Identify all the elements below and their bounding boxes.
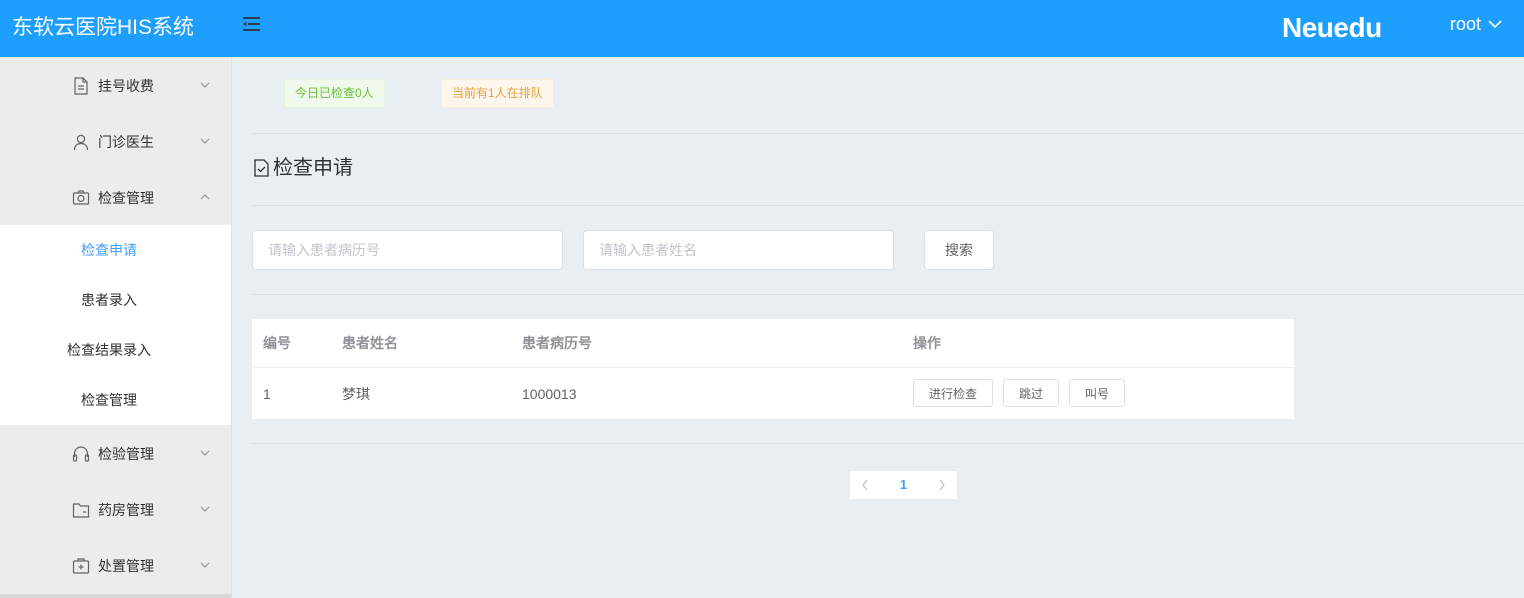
chevron-right-icon: [939, 479, 945, 491]
table-row: 1 梦琪 1000013 进行检查 跳过 叫号: [252, 368, 1294, 419]
page-title-text: 检查申请: [273, 157, 353, 179]
sidebar-item-label: 门诊医生: [98, 134, 154, 150]
column-header-name: 患者姓名: [342, 335, 398, 351]
sidebar-item-pharmacy-management[interactable]: 药房管理: [0, 481, 231, 537]
divider: [252, 294, 1524, 295]
patient-table: 编号 患者姓名 患者病历号 操作 1 梦琪 1000013 进行检查 跳过 叫号: [252, 319, 1294, 419]
chevron-down-icon: [200, 82, 210, 88]
chevron-down-icon: [1488, 19, 1502, 28]
next-page-button[interactable]: [927, 471, 957, 499]
camera-icon: [72, 190, 90, 205]
page-number-current[interactable]: 1: [880, 471, 927, 499]
divider: [252, 133, 1524, 134]
status-badge-queue: 当前有1人在排队: [441, 79, 554, 108]
folder-icon: [72, 503, 90, 518]
sidebar-subitem-label: 患者录入: [81, 292, 137, 308]
skip-button[interactable]: 跳过: [1003, 379, 1059, 407]
sidebar-item-label: 检验管理: [98, 446, 154, 462]
sidebar-subitem-patient-entry[interactable]: 患者录入: [0, 275, 231, 325]
call-number-button[interactable]: 叫号: [1069, 379, 1125, 407]
submenu-exam-management: 检查申请 患者录入 检查结果录入 检查管理: [0, 225, 231, 425]
top-header: 东软云医院HIS系统 Neuedu root: [0, 0, 1524, 57]
cell-mrn: 1000013: [522, 386, 577, 402]
sidebar: 挂号收费 门诊医生 检查管理 检查申请 患者录入 检查结果录入 检查管理 检验管…: [0, 57, 232, 598]
sidebar-scrollbar[interactable]: [0, 594, 231, 598]
column-header-id: 编号: [263, 335, 291, 351]
sidebar-item-exam-management[interactable]: 检查管理: [0, 169, 231, 225]
document-check-icon: [254, 159, 269, 177]
user-icon: [73, 134, 89, 151]
user-menu[interactable]: root: [1450, 12, 1502, 36]
chevron-down-icon: [200, 506, 210, 512]
sidebar-item-label: 处置管理: [98, 558, 154, 574]
start-exam-button[interactable]: 进行检查: [913, 379, 993, 407]
sidebar-subitem-exam-request[interactable]: 检查申请: [0, 225, 231, 275]
chevron-down-icon: [200, 562, 210, 568]
sidebar-subitem-exam-admin[interactable]: 检查管理: [0, 375, 231, 425]
brand-logo: Neuedu: [1282, 12, 1382, 43]
prev-page-button[interactable]: [850, 471, 880, 499]
pagination: 1: [850, 471, 957, 499]
sidebar-item-label: 挂号收费: [98, 78, 154, 94]
sidebar-item-label: 检查管理: [98, 190, 154, 206]
chevron-down-icon: [200, 138, 210, 144]
sidebar-item-label: 药房管理: [98, 502, 154, 518]
status-badge-checked-today: 今日已检查0人: [284, 79, 385, 108]
medical-box-icon: [72, 558, 90, 574]
user-name: root: [1450, 14, 1482, 34]
mrn-search-input[interactable]: [252, 230, 563, 270]
chevron-left-icon: [862, 479, 868, 491]
column-header-actions: 操作: [913, 335, 941, 351]
column-header-mrn: 患者病历号: [522, 335, 592, 351]
app-title: 东软云医院HIS系统: [12, 16, 195, 39]
sidebar-subitem-label: 检查申请: [81, 242, 137, 258]
table-header: 编号 患者姓名 患者病历号 操作: [252, 319, 1294, 368]
divider: [252, 443, 1524, 444]
sidebar-subitem-label: 检查管理: [81, 392, 137, 408]
cell-id: 1: [263, 386, 271, 402]
sidebar-item-outpatient-doctor[interactable]: 门诊医生: [0, 113, 231, 169]
sidebar-item-treatment-management[interactable]: 处置管理: [0, 537, 231, 593]
cell-name: 梦琪: [342, 386, 370, 402]
sidebar-subitem-label: 检查结果录入: [67, 342, 151, 358]
search-button[interactable]: 搜索: [924, 230, 994, 270]
chevron-up-icon: [200, 194, 210, 200]
menu-toggle-icon[interactable]: [243, 16, 261, 32]
divider: [252, 205, 1524, 206]
main-content: 今日已检查0人 当前有1人在排队 检查申请 搜索 编号 患者姓名 患者病历号 操…: [232, 57, 1524, 598]
document-icon: [74, 77, 88, 95]
name-search-input[interactable]: [583, 230, 894, 270]
headset-icon: [72, 446, 90, 462]
sidebar-subitem-exam-result-entry[interactable]: 检查结果录入: [0, 325, 231, 375]
sidebar-item-lab-management[interactable]: 检验管理: [0, 425, 231, 481]
sidebar-item-registration[interactable]: 挂号收费: [0, 57, 231, 113]
page-title: 检查申请: [253, 154, 353, 182]
chevron-down-icon: [200, 450, 210, 456]
